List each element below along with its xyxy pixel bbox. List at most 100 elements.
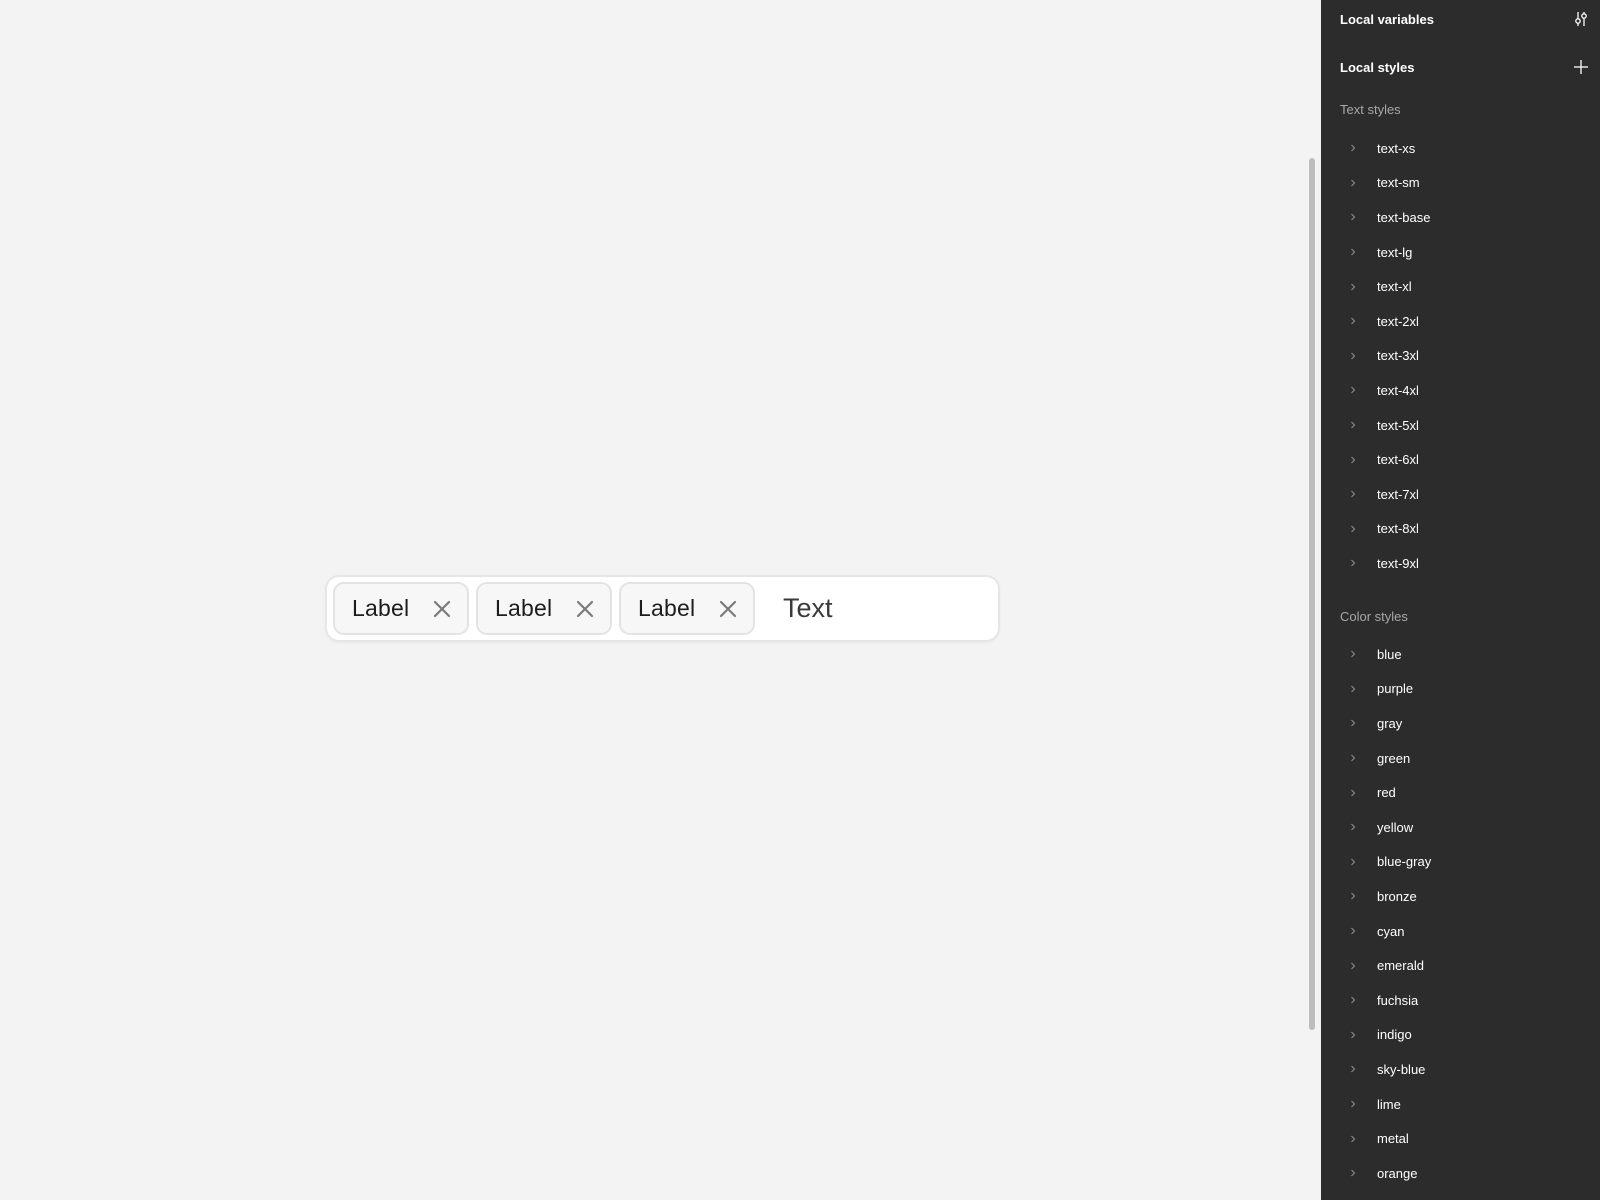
style-item-label: sky-blue: [1377, 1061, 1426, 1077]
chevron-right-icon[interactable]: [1348, 1064, 1358, 1074]
color-style-item[interactable]: sky-blue: [1321, 1052, 1600, 1087]
color-style-item[interactable]: red: [1321, 775, 1600, 810]
close-icon[interactable]: [717, 598, 739, 620]
color-style-item[interactable]: blue-gray: [1321, 845, 1600, 880]
close-icon[interactable]: [431, 598, 453, 620]
color-style-item[interactable]: orange: [1321, 1156, 1600, 1191]
chevron-right-icon[interactable]: [1348, 385, 1358, 395]
chevron-right-icon[interactable]: [1348, 316, 1358, 326]
text-styles-list: text-xs text-sm text-base text-lg text-xl tex…: [1321, 131, 1600, 581]
color-styles-section-title: Color styles: [1340, 609, 1408, 624]
chevron-right-icon[interactable]: [1348, 558, 1358, 568]
tag-chip[interactable]: Label: [476, 582, 612, 635]
color-style-item[interactable]: purple: [1321, 672, 1600, 707]
text-style-item[interactable]: text-xs: [1321, 131, 1600, 166]
chevron-right-icon[interactable]: [1348, 178, 1358, 188]
chevron-right-icon[interactable]: [1348, 891, 1358, 901]
chevron-right-icon[interactable]: [1348, 995, 1358, 1005]
style-item-label: text-2xl: [1377, 313, 1419, 329]
color-style-item[interactable]: emerald: [1321, 948, 1600, 983]
text-style-item[interactable]: text-2xl: [1321, 304, 1600, 339]
chevron-right-icon[interactable]: [1348, 926, 1358, 936]
tag-chip-label: Label: [352, 595, 410, 621]
plus-icon[interactable]: [1572, 58, 1590, 76]
chevron-right-icon[interactable]: [1348, 857, 1358, 867]
text-style-item[interactable]: text-sm: [1321, 166, 1600, 201]
chevron-right-icon[interactable]: [1348, 753, 1358, 763]
text-style-item[interactable]: text-7xl: [1321, 477, 1600, 512]
canvas[interactable]: Label Label Label: [0, 0, 1321, 1200]
text-style-item[interactable]: text-base: [1321, 200, 1600, 235]
style-item-label: text-4xl: [1377, 382, 1419, 398]
tag-chip[interactable]: Label: [619, 582, 755, 635]
chevron-right-icon[interactable]: [1348, 282, 1358, 292]
chevron-right-icon[interactable]: [1348, 822, 1358, 832]
tag-chip-label: Label: [495, 595, 553, 621]
style-item-label: red: [1377, 785, 1396, 801]
text-style-item[interactable]: text-6xl: [1321, 442, 1600, 477]
text-styles-section-title: Text styles: [1340, 102, 1401, 117]
style-item-label: cyan: [1377, 923, 1405, 939]
color-style-item[interactable]: metal: [1321, 1121, 1600, 1156]
style-item-label: text-base: [1377, 209, 1431, 225]
chevron-right-icon[interactable]: [1348, 649, 1358, 659]
style-item-label: purple: [1377, 681, 1414, 697]
chevron-right-icon[interactable]: [1348, 455, 1358, 465]
style-item-label: green: [1377, 750, 1411, 766]
chevron-right-icon[interactable]: [1348, 420, 1358, 430]
style-item-label: text-3xl: [1377, 348, 1419, 364]
style-item-label: orange: [1377, 1165, 1418, 1181]
color-style-item[interactable]: cyan: [1321, 914, 1600, 949]
chevron-right-icon[interactable]: [1348, 489, 1358, 499]
text-style-item[interactable]: text-3xl: [1321, 339, 1600, 374]
color-style-item[interactable]: yellow: [1321, 810, 1600, 845]
chevron-right-icon[interactable]: [1348, 788, 1358, 798]
chevron-right-icon[interactable]: [1348, 247, 1358, 257]
tag-chip[interactable]: Label: [333, 582, 469, 635]
color-style-item[interactable]: blue: [1321, 637, 1600, 672]
chevron-right-icon[interactable]: [1348, 1168, 1358, 1178]
chevron-right-icon[interactable]: [1348, 1030, 1358, 1040]
color-style-item[interactable]: bronze: [1321, 879, 1600, 914]
chevron-right-icon[interactable]: [1348, 212, 1358, 222]
chevron-right-icon[interactable]: [1348, 718, 1358, 728]
text-style-item[interactable]: text-xl: [1321, 269, 1600, 304]
chevron-right-icon[interactable]: [1348, 1134, 1358, 1144]
local-variables-header[interactable]: Local variables: [1340, 10, 1590, 28]
style-item-label: gray: [1377, 715, 1403, 731]
chevron-right-icon[interactable]: [1348, 351, 1358, 361]
text-style-item[interactable]: text-9xl: [1321, 546, 1600, 581]
style-item-label: yellow: [1377, 819, 1414, 835]
close-icon[interactable]: [574, 598, 596, 620]
color-style-item[interactable]: green: [1321, 741, 1600, 776]
style-item-label: text-6xl: [1377, 452, 1419, 468]
text-style-item[interactable]: text-5xl: [1321, 408, 1600, 443]
tag-input[interactable]: Label Label Label: [325, 575, 1000, 642]
text-style-item[interactable]: text-4xl: [1321, 373, 1600, 408]
style-item-label: text-5xl: [1377, 417, 1419, 433]
color-style-item[interactable]: lime: [1321, 1087, 1600, 1122]
style-item-label: metal: [1377, 1131, 1409, 1147]
style-item-label: fuchsia: [1377, 992, 1419, 1008]
chevron-right-icon[interactable]: [1348, 684, 1358, 694]
tag-chip-label: Label: [638, 595, 696, 621]
style-item-label: text-7xl: [1377, 486, 1419, 502]
style-item-label: text-sm: [1377, 175, 1420, 191]
chevron-right-icon[interactable]: [1348, 961, 1358, 971]
text-style-item[interactable]: text-lg: [1321, 235, 1600, 270]
color-style-item[interactable]: indigo: [1321, 1018, 1600, 1053]
style-item-label: bronze: [1377, 888, 1417, 904]
style-item-label: indigo: [1377, 1027, 1412, 1043]
text-style-item[interactable]: text-8xl: [1321, 512, 1600, 547]
tag-text-input[interactable]: [783, 593, 983, 624]
canvas-scrollbar[interactable]: [1309, 158, 1315, 1030]
color-style-item[interactable]: gray: [1321, 706, 1600, 741]
chevron-right-icon[interactable]: [1348, 524, 1358, 534]
color-style-item[interactable]: fuchsia: [1321, 983, 1600, 1018]
adjust-sliders-icon[interactable]: [1572, 10, 1590, 28]
style-item-label: lime: [1377, 1096, 1401, 1112]
color-styles-list: blue purple gray green red yellow blue-gray bro…: [1321, 637, 1600, 1191]
style-item-label: blue-gray: [1377, 854, 1432, 870]
chevron-right-icon[interactable]: [1348, 1099, 1358, 1109]
chevron-right-icon[interactable]: [1348, 143, 1358, 153]
